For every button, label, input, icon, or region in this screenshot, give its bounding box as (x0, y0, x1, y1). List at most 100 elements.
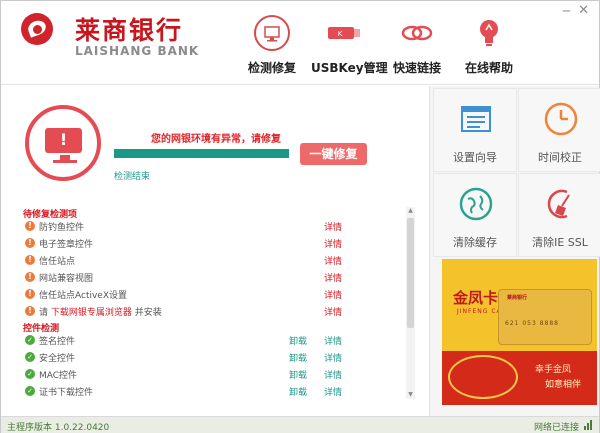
item-name: 请 下载网银专属浏览器 并安装 (39, 308, 162, 318)
banner-slogan-1: 幸手金凤 (535, 365, 572, 375)
check-icon (25, 351, 35, 363)
warning-icon (25, 220, 35, 232)
list-item: 证书下载控件 卸载 详情 (1, 383, 406, 400)
list-scrollbar[interactable]: ▲ ▼ (406, 207, 415, 399)
warning-icon (25, 305, 35, 317)
nav-label: 在线帮助 (464, 61, 513, 75)
item-name: 防钓鱼控件 (39, 223, 85, 233)
status-bar: 主程序版本 1.0.22.0420 网络已连接 (1, 416, 599, 433)
list-item: MAC控件 卸载 详情 (1, 366, 406, 383)
nav-label: 检测修复 (247, 61, 296, 75)
tool-setup-wizard[interactable]: 设置向导 (433, 88, 517, 172)
item-name: 安全控件 (39, 354, 76, 364)
list-item: 签名控件 卸载 详情 (1, 332, 406, 349)
check-icon (25, 368, 35, 380)
list-item: 信任站点 详情 (1, 252, 406, 269)
scroll-up-icon[interactable]: ▲ (406, 207, 415, 215)
usbkey-icon: K (326, 15, 362, 51)
detail-link[interactable]: 详情 (324, 368, 342, 381)
settings-wizard-icon (458, 101, 494, 137)
download-browser-link[interactable]: 下载网银专属浏览器 (51, 308, 132, 318)
banner-title: 金凤卡 (453, 289, 499, 307)
warning-icon (25, 254, 35, 266)
item-name: 证书下载控件 (39, 388, 94, 398)
uninstall-link[interactable]: 卸载 (289, 368, 307, 381)
item-name: 信任站点ActiveX设置 (39, 291, 128, 301)
detail-link[interactable]: 详情 (324, 334, 342, 347)
alert-monitor-icon: ! (25, 105, 101, 181)
warning-icon (25, 288, 35, 300)
tool-time-correct[interactable]: 时间校正 (518, 88, 600, 172)
detail-link[interactable]: 详情 (324, 237, 342, 250)
list-item: 信任站点ActiveX设置 详情 (1, 286, 406, 303)
lightbulb-icon (471, 15, 507, 51)
brand-name-en: LAISHANG BANK (75, 44, 200, 58)
item-name: MAC控件 (39, 371, 78, 381)
uninstall-link[interactable]: 卸载 (289, 351, 307, 364)
version-text: 主程序版本 1.0.22.0420 (7, 423, 110, 433)
environment-warning: 您的网银环境有异常，请修复 (151, 134, 281, 145)
list-item: 请 下载网银专属浏览器 并安装 详情 (1, 303, 406, 320)
tool-clear-cache[interactable]: 清除缓存 (433, 173, 517, 257)
uninstall-link[interactable]: 卸载 (289, 385, 307, 398)
nav-label: USBKey管理 (311, 61, 388, 75)
progress-fill (114, 149, 289, 158)
close-button[interactable]: ✕ (578, 4, 589, 17)
warning-icon (25, 237, 35, 249)
network-status: 网络已连接 (533, 423, 579, 433)
list-item: 防钓鱼控件 详情 (1, 218, 406, 235)
detail-link[interactable]: 详情 (324, 351, 342, 364)
detail-link[interactable]: 详情 (324, 305, 342, 318)
list-item: 网站兼容视图 详情 (1, 269, 406, 286)
globe-icon (458, 186, 494, 222)
list-item: 安全控件 卸载 详情 (1, 349, 406, 366)
header: 莱商银行 LAISHANG BANK ─ ✕ 检测修复 K USBKey管理 快… (1, 1, 599, 85)
credit-card-image: 莱商银行 621 053 8888 (498, 289, 592, 345)
nav-usbkey[interactable]: K USBKey管理 (311, 15, 388, 79)
item-name: 信任站点 (39, 257, 76, 267)
app-window: 莱商银行 LAISHANG BANK ─ ✕ 检测修复 K USBKey管理 快… (0, 0, 600, 433)
banner-slogan-2: 如意相伴 (545, 380, 582, 390)
tile-label: 清除缓存 (453, 236, 497, 249)
broom-icon (543, 186, 579, 222)
jinfeng-card-banner[interactable]: 金凤卡 JINFENG CARD 莱商银行 621 053 8888 幸手金凤 … (442, 259, 597, 405)
nav-detect-repair[interactable]: 检测修复 (241, 15, 303, 79)
list-item: 电子签章控件 详情 (1, 235, 406, 252)
minimize-button[interactable]: ─ (563, 5, 570, 17)
nav-quick-link[interactable]: 快速链接 (389, 15, 445, 79)
item-name: 签名控件 (39, 337, 76, 347)
one-click-repair-button[interactable]: 一键修复 (300, 143, 367, 165)
tool-clear-ie-ssl[interactable]: 清除IE SSL (518, 173, 600, 257)
link-icon (399, 15, 435, 51)
monitor-repair-icon (254, 15, 290, 51)
uninstall-link[interactable]: 卸载 (289, 334, 307, 347)
item-name: 网站兼容视图 (39, 274, 94, 284)
bank-logo-icon (21, 13, 53, 45)
item-name: 电子签章控件 (39, 240, 94, 250)
detect-status: 检测结束 (114, 172, 151, 182)
clock-icon (543, 101, 579, 137)
card-number: 621 053 8888 (505, 320, 559, 327)
detail-link[interactable]: 详情 (324, 254, 342, 267)
check-icon (25, 385, 35, 397)
detail-link[interactable]: 详情 (324, 288, 342, 301)
nav-label: 快速链接 (392, 61, 441, 75)
tile-label: 清除IE SSL (532, 236, 588, 249)
nav-online-help[interactable]: 在线帮助 (461, 15, 517, 79)
warning-icon (25, 271, 35, 283)
tile-label: 设置向导 (453, 151, 497, 164)
detail-link[interactable]: 详情 (324, 271, 342, 284)
detection-list: 待修复检测项 防钓鱼控件 详情 电子签章控件 详情 信任站点 详情 网站兼容视图… (1, 205, 421, 401)
detail-link[interactable]: 详情 (324, 385, 342, 398)
detail-link[interactable]: 详情 (324, 220, 342, 233)
check-icon (25, 334, 35, 346)
tile-label: 时间校正 (538, 151, 582, 164)
scroll-down-icon[interactable]: ▼ (406, 391, 415, 399)
network-icon (584, 420, 592, 430)
brand-name-cn: 莱商银行 (75, 16, 184, 45)
svg-text:K: K (338, 30, 343, 38)
scroll-thumb[interactable] (407, 218, 414, 328)
detect-progress-bar (114, 149, 289, 158)
phoenix-decoration-icon (448, 355, 518, 399)
card-bank-name: 莱商银行 (507, 295, 528, 301)
